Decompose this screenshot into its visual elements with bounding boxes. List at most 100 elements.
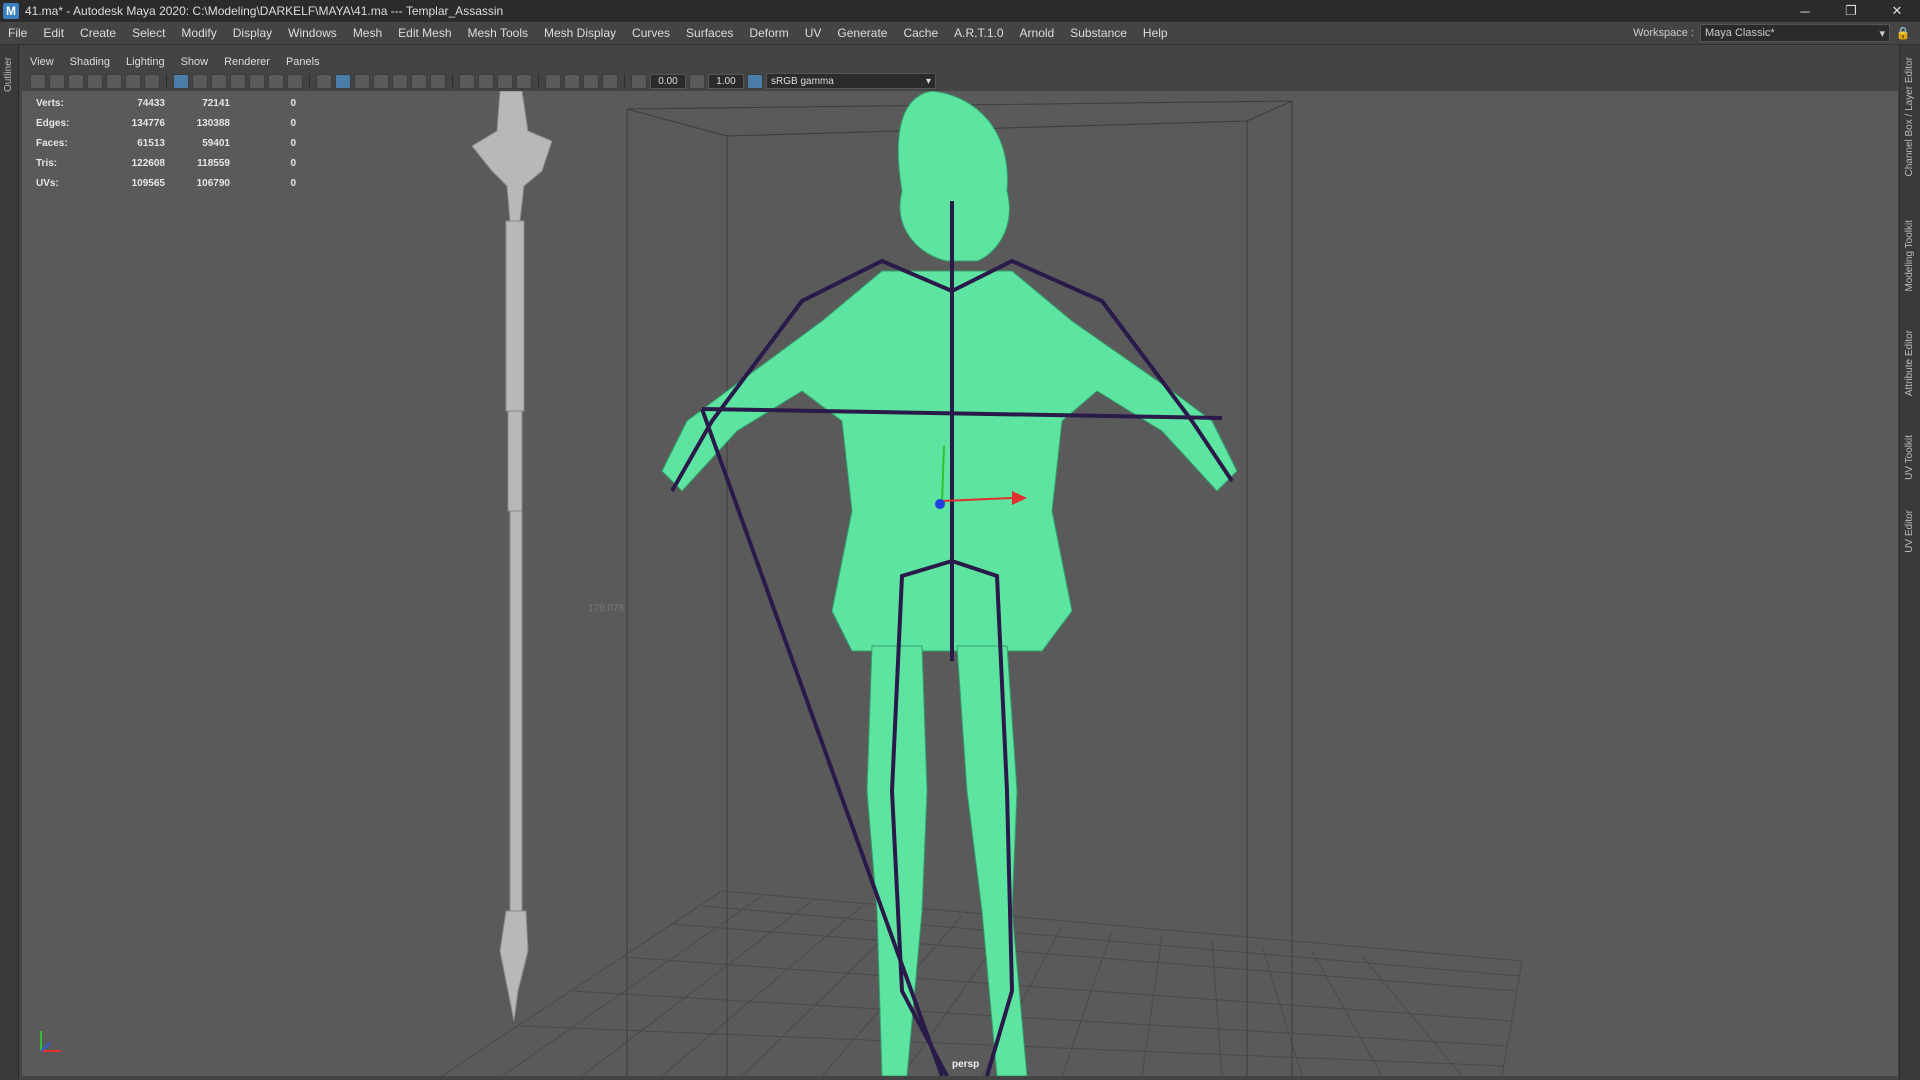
panel-menu-view[interactable]: View <box>22 56 62 68</box>
menu-cache[interactable]: Cache <box>895 22 946 44</box>
menu-surfaces[interactable]: Surfaces <box>678 22 741 44</box>
tab-modeling-toolkit[interactable]: Modeling Toolkit <box>1904 220 1915 292</box>
grid-toggle-icon[interactable] <box>173 73 189 89</box>
safe-title-icon[interactable] <box>287 73 303 89</box>
panel-menu-show[interactable]: Show <box>173 56 217 68</box>
panel-menu-shading[interactable]: Shading <box>62 56 118 68</box>
hud-row-edges: Edges: 134776 130388 0 <box>36 113 296 133</box>
menu-curves[interactable]: Curves <box>624 22 678 44</box>
menu-help[interactable]: Help <box>1135 22 1176 44</box>
tab-outliner[interactable]: Outliner <box>3 57 14 92</box>
menu-substance[interactable]: Substance <box>1062 22 1135 44</box>
menu-display[interactable]: Display <box>225 22 280 44</box>
hud-value: 134776 <box>131 117 165 129</box>
menu-deform[interactable]: Deform <box>741 22 796 44</box>
close-button[interactable]: ✕ <box>1874 0 1920 22</box>
menu-create[interactable]: Create <box>72 22 124 44</box>
staff-mesh <box>471 91 553 1022</box>
minimize-button[interactable]: ─ <box>1782 0 1828 22</box>
menu-mesh-tools[interactable]: Mesh Tools <box>460 22 536 44</box>
depth-of-field-icon[interactable] <box>516 73 532 89</box>
hud-value: 130388 <box>196 117 230 129</box>
menu-generate[interactable]: Generate <box>829 22 895 44</box>
resolution-gate-icon[interactable] <box>211 73 227 89</box>
panel-menu-renderer[interactable]: Renderer <box>216 56 278 68</box>
isolate-select-icon[interactable] <box>545 73 561 89</box>
lock-icon[interactable]: 🔒 <box>1896 26 1911 40</box>
chevron-down-icon: ▾ <box>925 75 931 87</box>
backface-culling-icon[interactable] <box>602 73 618 89</box>
viewport-toolbar: 0.00 1.00 sRGB gamma ▾ <box>22 72 1906 90</box>
panel-menu-lighting[interactable]: Lighting <box>118 56 173 68</box>
gamma-icon[interactable] <box>689 73 705 89</box>
floor-grid <box>441 890 1523 1076</box>
workspace-selector: Workspace : Maya Classic* ▾ 🔒 <box>1633 22 1910 44</box>
image-plane-icon[interactable] <box>87 73 103 89</box>
hud-label: Verts: <box>36 97 64 109</box>
shadows-icon[interactable] <box>430 73 446 89</box>
exposure-icon[interactable] <box>631 73 647 89</box>
camera-attributes-icon[interactable] <box>49 73 65 89</box>
poly-count-hud: Verts: 74433 72141 0 Edges: 134776 13038… <box>36 93 296 193</box>
menu-mesh-display[interactable]: Mesh Display <box>536 22 624 44</box>
menu-windows[interactable]: Windows <box>280 22 345 44</box>
menu-file[interactable]: File <box>0 22 35 44</box>
workspace-dropdown[interactable]: Maya Classic* ▾ <box>1700 24 1890 42</box>
restore-button[interactable]: ❐ <box>1828 0 1874 22</box>
default-material-icon[interactable] <box>354 73 370 89</box>
toolbar-divider <box>166 74 167 88</box>
smooth-shade-icon[interactable] <box>335 73 351 89</box>
color-management-icon[interactable] <box>747 73 763 89</box>
hud-value: 0 <box>290 117 296 129</box>
gamma-field[interactable]: 1.00 <box>708 73 744 89</box>
panel-menubar: View Shading Lighting Show Renderer Pane… <box>22 53 328 71</box>
hud-label: Faces: <box>36 137 68 149</box>
menu-edit-mesh[interactable]: Edit Mesh <box>390 22 459 44</box>
ambient-occlusion-icon[interactable] <box>459 73 475 89</box>
hud-value: 72141 <box>202 97 230 109</box>
use-all-lights-icon[interactable] <box>411 73 427 89</box>
toolbar-divider <box>624 74 625 88</box>
menu-mesh[interactable]: Mesh <box>345 22 390 44</box>
toolbar-divider <box>538 74 539 88</box>
hud-value: 109565 <box>131 177 165 189</box>
tab-uv-editor[interactable]: UV Editor <box>1904 510 1915 553</box>
safe-action-icon[interactable] <box>268 73 284 89</box>
window-controls: ─ ❐ ✕ <box>1782 0 1920 22</box>
gate-mask-icon[interactable] <box>230 73 246 89</box>
chevron-down-icon: ▾ <box>1879 27 1885 40</box>
exposure-field[interactable]: 0.00 <box>650 73 686 89</box>
hud-label: Tris: <box>36 157 58 169</box>
hud-value: 0 <box>290 157 296 169</box>
anti-aliasing-icon[interactable] <box>497 73 513 89</box>
tab-uv-toolkit[interactable]: UV Toolkit <box>1904 435 1915 480</box>
toolbar-divider <box>309 74 310 88</box>
film-gate-icon[interactable] <box>192 73 208 89</box>
xray-joints-icon[interactable] <box>583 73 599 89</box>
camera-select-icon[interactable] <box>30 73 46 89</box>
grease-pencil-icon[interactable] <box>106 73 122 89</box>
dimension-label: 179.078 <box>588 603 625 614</box>
2d-pan-icon[interactable] <box>144 73 160 89</box>
menu-select[interactable]: Select <box>124 22 173 44</box>
pan-zoom-icon[interactable] <box>125 73 141 89</box>
motion-blur-icon[interactable] <box>478 73 494 89</box>
textured-icon[interactable] <box>392 73 408 89</box>
menu-modify[interactable]: Modify <box>173 22 224 44</box>
field-chart-icon[interactable] <box>249 73 265 89</box>
3d-viewport[interactable]: Verts: 74433 72141 0 Edges: 134776 13038… <box>22 91 1898 1076</box>
hud-value: 106790 <box>196 177 230 189</box>
panel-menu-panels[interactable]: Panels <box>278 56 328 68</box>
menu-art[interactable]: A.R.T.1.0 <box>946 22 1011 44</box>
color-space-dropdown[interactable]: sRGB gamma ▾ <box>766 73 936 89</box>
wireframe-icon[interactable] <box>316 73 332 89</box>
hud-value: 59401 <box>202 137 230 149</box>
color-space-value: sRGB gamma <box>771 75 834 87</box>
menu-uv[interactable]: UV <box>797 22 830 44</box>
menu-arnold[interactable]: Arnold <box>1012 22 1063 44</box>
tab-attribute-editor[interactable]: Attribute Editor <box>1904 330 1915 396</box>
wireframe-on-shaded-icon[interactable] <box>373 73 389 89</box>
bookmark-icon[interactable] <box>68 73 84 89</box>
xray-icon[interactable] <box>564 73 580 89</box>
menu-edit[interactable]: Edit <box>35 22 72 44</box>
